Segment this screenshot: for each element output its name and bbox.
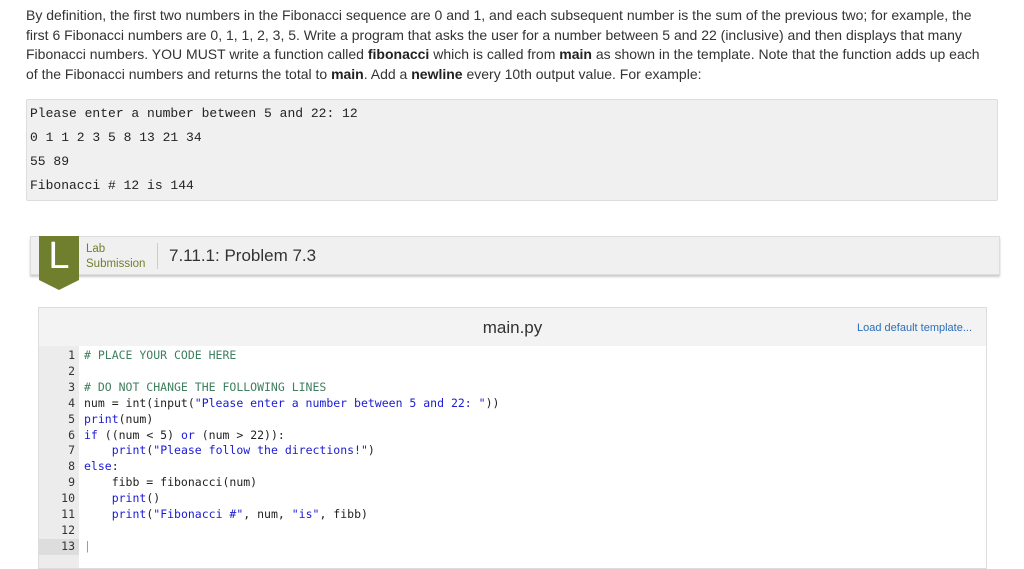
- code-token: (num > 22)):: [194, 427, 285, 442]
- code-token: :: [111, 459, 119, 474]
- line-number: 4: [68, 395, 75, 410]
- line-number: 8: [68, 459, 75, 474]
- code-token: or: [180, 427, 195, 442]
- code-token: )): [485, 395, 500, 410]
- code-line[interactable]: num = int(input("Please enter a number b…: [84, 396, 499, 412]
- code-line[interactable]: print("Please follow the directions!"): [84, 443, 375, 459]
- code-line[interactable]: # PLACE YOUR CODE HERE: [84, 348, 236, 364]
- line-number: 1: [68, 348, 75, 362]
- lab-badge-icon: L: [39, 236, 79, 290]
- line-number: 3: [68, 379, 75, 394]
- code-token: "Please enter a number between 5 and 22:…: [194, 395, 486, 410]
- code-token: (): [146, 491, 161, 506]
- description-text: every 10th output value. For example:: [462, 65, 702, 82]
- emphasized-text: fibonacci: [367, 46, 430, 62]
- emphasized-text: main: [331, 65, 364, 82]
- line-number: 9: [68, 475, 75, 490]
- description-text: . Add a: [363, 65, 412, 82]
- code-token: ((num < 5): [97, 427, 181, 442]
- problem-description: By definition, the first two numbers in …: [26, 6, 988, 84]
- line-number: 5: [68, 411, 75, 426]
- code-token: if: [84, 427, 98, 442]
- code-token: print: [111, 491, 147, 506]
- code-token: print: [84, 411, 119, 426]
- code-line[interactable]: else:: [84, 459, 119, 475]
- code-token: # PLACE YOUR CODE HERE: [84, 348, 237, 362]
- line-number: 13: [39, 538, 79, 555]
- code-token: , num,: [243, 507, 292, 521]
- code-line[interactable]: print("Fibonacci #", num, "is", fibb): [84, 507, 368, 523]
- example-line: Fibonacci # 12 is 144: [30, 178, 194, 193]
- example-output: Please enter a number between 5 and 22: …: [26, 99, 998, 201]
- code-token: num = int(input(: [84, 395, 195, 410]
- example-line: 55 89: [30, 154, 70, 169]
- code-token: # DO NOT CHANGE THE FOLLOWING LINES: [84, 379, 327, 394]
- code-token: "is": [291, 507, 320, 521]
- line-number: 12: [61, 522, 75, 537]
- load-default-template-link[interactable]: Load default template...: [857, 322, 972, 334]
- lab-type: Lab Submission: [86, 242, 145, 272]
- line-number-gutter: 1 2 3 4 5 6 7 8 9 10 11 12 13: [39, 346, 79, 568]
- code-line[interactable]: fibb = fibonacci(num): [84, 475, 257, 491]
- line-number: 2: [68, 363, 75, 378]
- emphasized-text: main: [559, 46, 592, 62]
- description-text: which is called from: [429, 46, 560, 62]
- lab-type-line2: Submission: [86, 258, 146, 270]
- code-token: print: [111, 507, 147, 521]
- code-token: (num): [118, 411, 154, 426]
- line-number: 7: [68, 443, 75, 458]
- code-token: else: [84, 459, 112, 474]
- code-editor-panel: main.py Load default template... 1234567…: [38, 307, 987, 569]
- line-number: 11: [61, 507, 75, 521]
- code-line[interactable]: print(): [84, 491, 160, 507]
- code-token: "Fibonacci #": [153, 507, 244, 521]
- emphasized-text: newline: [411, 65, 463, 82]
- code-token: ): [367, 443, 375, 458]
- example-line: 0 1 1 2 3 5 8 13 21 34: [30, 130, 202, 145]
- file-name: main.py: [482, 318, 543, 337]
- divider: [157, 243, 158, 269]
- code-token: fibb = fibonacci(num): [84, 475, 258, 490]
- example-line: Please enter a number between 5 and 22: …: [30, 106, 358, 121]
- code-token: , fibb): [319, 507, 368, 521]
- line-number: 6: [68, 427, 75, 442]
- code-editor[interactable]: 1 2 3 4 5 6 7 8 9 10 11 12 13 # PLACE YOUR CODE HERE #…: [39, 346, 986, 568]
- lab-title: 7.11.1: Problem 7.3: [169, 246, 317, 265]
- code-line[interactable]: # DO NOT CHANGE THE FOLLOWING LINES: [84, 380, 326, 396]
- lab-header: L Lab Submission 7.11.1: Problem 7.3: [30, 236, 1000, 290]
- line-number: 10: [61, 491, 75, 506]
- code-line[interactable]: |: [84, 539, 91, 555]
- text-cursor: |: [84, 538, 91, 553]
- code-token: "Please follow the directions!": [153, 443, 368, 458]
- code-line[interactable]: if ((num < 5) or (num > 22)):: [84, 428, 285, 444]
- code-line[interactable]: print(num): [84, 412, 153, 428]
- lab-type-line1: Lab: [86, 243, 106, 255]
- code-token: print: [111, 443, 147, 458]
